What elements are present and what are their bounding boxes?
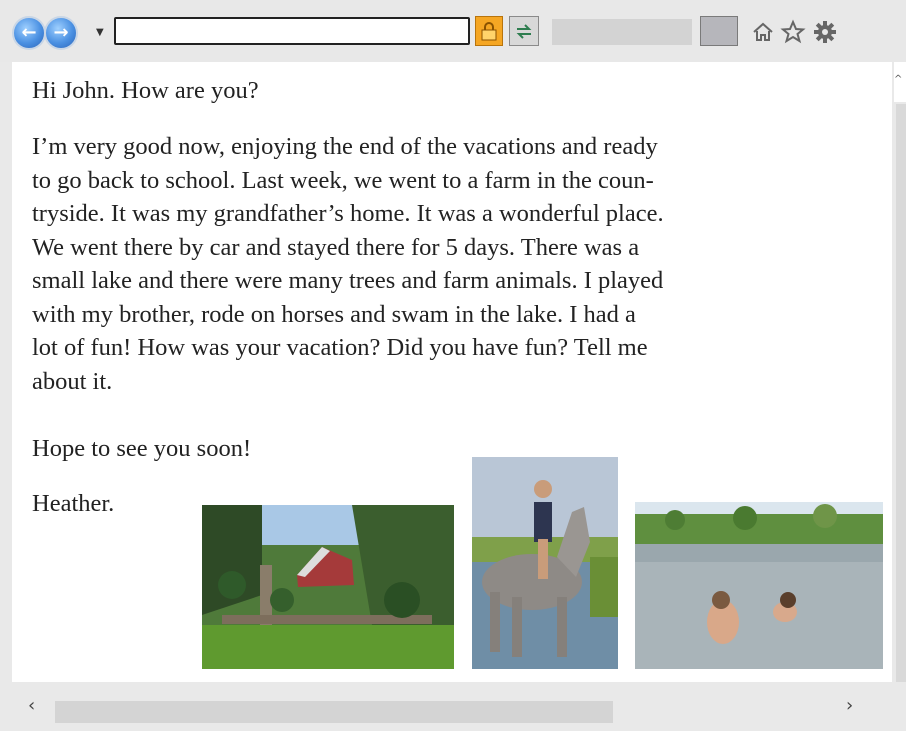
scroll-up-button[interactable]: ^	[894, 62, 906, 102]
letter-signature: Heather.	[32, 490, 115, 517]
letter-closing: Hope to see you soon!	[32, 435, 252, 462]
star-icon[interactable]	[780, 19, 806, 45]
letter-line: about it.	[32, 367, 113, 395]
girl-on-horse-photo	[472, 457, 618, 669]
letter-line: to go back to school. Last week, we went…	[32, 166, 654, 194]
letter-line: lot of fun! How was your vacation? Did y…	[32, 334, 648, 361]
letter-line: tryside. It was my grandfather’s home. I…	[32, 200, 664, 227]
home-icon[interactable]	[750, 19, 776, 45]
back-button[interactable]: ←	[12, 16, 46, 50]
search-button[interactable]	[700, 16, 738, 46]
vertical-scrollbar[interactable]	[896, 104, 906, 682]
scroll-left-icon[interactable]: ‹	[28, 695, 35, 716]
lock-icon[interactable]	[475, 16, 503, 46]
letter-greeting: Hi John. How are you?	[32, 77, 259, 104]
scroll-right-icon[interactable]: ›	[846, 695, 853, 716]
letter-line: We went there by car and stayed there fo…	[32, 233, 640, 261]
horizontal-scrollbar[interactable]: ‹ ›	[0, 684, 906, 731]
history-dropdown-icon[interactable]: ▼	[96, 27, 104, 38]
horizontal-scroll-thumb[interactable]	[55, 701, 613, 723]
page-content: Hi John. How are you? I’m very good now,…	[12, 62, 892, 682]
letter-line: with my brother, rode on horses and swam…	[32, 300, 636, 328]
forward-button[interactable]: →	[44, 16, 78, 50]
browser-toolbar: ← → ▼	[0, 0, 906, 62]
refresh-icon[interactable]	[509, 16, 539, 46]
letter-line: I’m very good now, enjoying the end of t…	[32, 133, 658, 160]
farm-barn-photo	[202, 505, 454, 669]
forward-arrow-icon: →	[53, 22, 69, 43]
letter-body: I’m very good now, enjoying the end of t…	[32, 130, 892, 398]
chevron-up-icon: ^	[894, 74, 903, 85]
search-box[interactable]	[552, 19, 692, 45]
children-swimming-photo	[635, 502, 883, 669]
address-bar-input[interactable]	[114, 17, 470, 45]
back-arrow-icon: ←	[21, 22, 37, 43]
letter-line: small lake and there were many trees and…	[32, 267, 664, 294]
browser-window: ← → ▼ Hi John. How are you? I’m very goo…	[0, 0, 906, 731]
gear-icon[interactable]	[812, 19, 838, 45]
